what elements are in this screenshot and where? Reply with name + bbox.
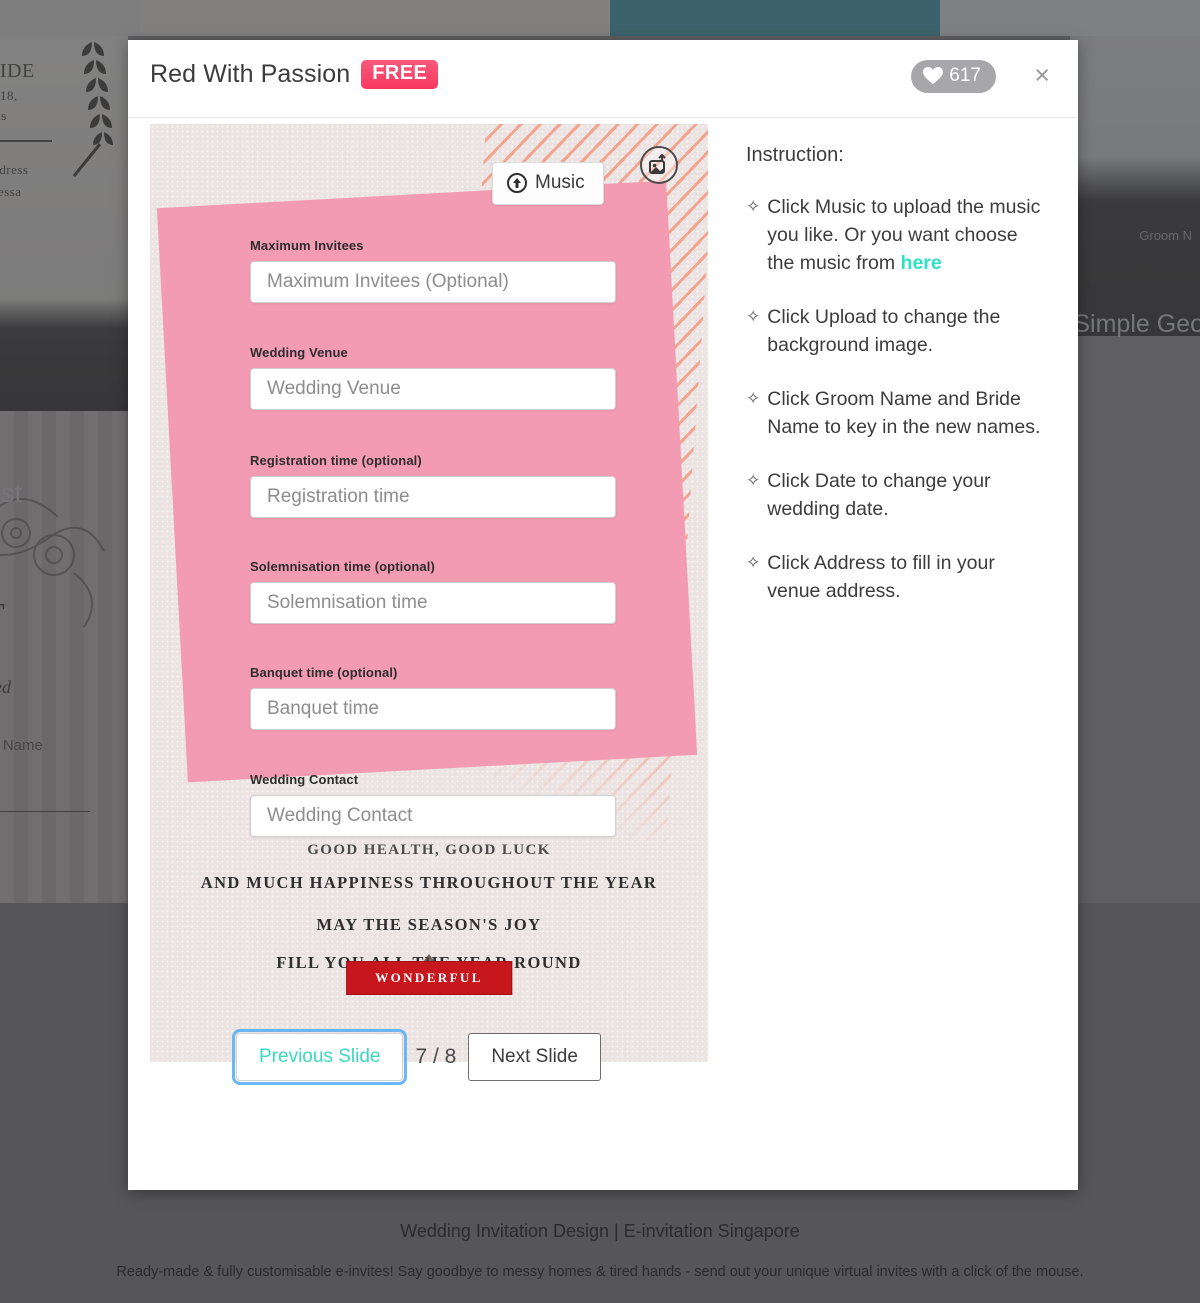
- slide-counter: 7 / 8: [415, 1045, 457, 1068]
- verse-line: MAY THE SEASON'S JOY: [316, 915, 542, 934]
- instruction-title: Instruction:: [746, 144, 844, 166]
- verse-line: GOOD HEALTH, GOOD LUCK: [307, 842, 551, 858]
- diamond-bullet-icon: ✧: [746, 389, 761, 408]
- instruction-item-upload: ✧ Click Upload to change the background …: [746, 303, 1046, 359]
- wedding-contact-input[interactable]: [250, 795, 616, 837]
- field-label: Maximum Invitees: [250, 238, 364, 253]
- instruction-text: Click Groom Name and Bride Name to key i…: [767, 388, 1041, 438]
- field-label: Wedding Contact: [250, 772, 359, 787]
- field-label: Solemnisation time (optional): [250, 559, 435, 574]
- instruction-item-date: ✧ Click Date to change your wedding date…: [746, 467, 1046, 523]
- invitation-preview-card: Music Maximum Invitees Wedding Venue: [150, 124, 708, 1062]
- footer-heading: Wedding Invitation Design | E-invitation…: [400, 1221, 800, 1241]
- heart-icon: [923, 67, 944, 84]
- music-library-link[interactable]: here: [901, 252, 942, 274]
- diamond-bullet-icon: ✧: [746, 553, 761, 572]
- diamond-bullet-icon: ✧: [746, 471, 761, 490]
- instruction-panel: Instruction: ✧ Click Music to upload the…: [746, 144, 1046, 631]
- slide-navigation: Previous Slide 7 / 8 Next Slide: [231, 1029, 601, 1085]
- field-solemnisation-time: Solemnisation time (optional): [250, 559, 616, 624]
- page-footer: Wedding Invitation Design | E-invitation…: [0, 1203, 1200, 1303]
- modal-header: Red With Passion FREE 617 ×: [128, 40, 1078, 118]
- close-icon[interactable]: ×: [1034, 62, 1050, 89]
- template-name: Red With Passion: [150, 60, 351, 88]
- field-wedding-contact: Wedding Contact: [250, 772, 616, 837]
- upload-photo-glyph: [649, 154, 666, 174]
- maximum-invitees-input[interactable]: [250, 261, 616, 303]
- field-label: Registration time (optional): [250, 453, 422, 468]
- modal-body: Music Maximum Invitees Wedding Venue: [128, 118, 1078, 1128]
- template-preview-modal: Red With Passion FREE 617 × Music Maximu…: [128, 40, 1078, 1190]
- music-button-label: Music: [535, 172, 585, 193]
- field-maximum-invitees: Maximum Invitees: [250, 238, 616, 303]
- solemnisation-time-input[interactable]: [250, 582, 616, 624]
- footer-subheading: Ready-made & fully customisable e-invite…: [116, 1264, 1084, 1280]
- field-wedding-venue: Wedding Venue: [250, 345, 616, 410]
- diamond-bullet-icon: ✧: [746, 197, 761, 216]
- instruction-text: Click Upload to change the background im…: [767, 306, 1001, 356]
- instruction-text: Click Address to fill in your venue addr…: [767, 552, 995, 602]
- like-count-badge[interactable]: 617: [911, 60, 996, 93]
- instruction-text: Click Date to change your wedding date.: [767, 470, 991, 520]
- image-upload-icon[interactable]: [640, 146, 678, 184]
- field-label: Banquet time (optional): [250, 665, 398, 680]
- instruction-item-address: ✧ Click Address to fill in your venue ad…: [746, 549, 1046, 605]
- next-slide-button[interactable]: Next Slide: [468, 1033, 601, 1081]
- instruction-item-music: ✧ Click Music to upload the music you li…: [746, 193, 1046, 277]
- field-registration-time: Registration time (optional): [250, 453, 616, 518]
- modal-footer: Previous Slide 7 / 8 Next Slide: [128, 988, 1078, 1128]
- instruction-item-names: ✧ Click Groom Name and Bride Name to key…: [746, 385, 1046, 441]
- upload-circle-icon: [507, 173, 527, 193]
- banquet-time-input[interactable]: [250, 688, 616, 730]
- free-badge: FREE: [361, 60, 439, 89]
- wedding-venue-input[interactable]: [250, 368, 616, 410]
- verse-line: AND MUCH HAPPINESS THROUGHOUT THE YEAR: [200, 873, 658, 892]
- field-banquet-time: Banquet time (optional): [250, 665, 616, 730]
- like-count-value: 617: [949, 65, 981, 86]
- registration-time-input[interactable]: [250, 476, 616, 518]
- previous-slide-button[interactable]: Previous Slide: [231, 1029, 408, 1085]
- music-button[interactable]: Music: [492, 162, 604, 205]
- field-label: Wedding Venue: [250, 345, 348, 360]
- instruction-text: Click Music to upload the music you like…: [767, 193, 1046, 277]
- page-title: Red With Passion FREE: [150, 60, 439, 89]
- diamond-bullet-icon: ✧: [746, 307, 761, 326]
